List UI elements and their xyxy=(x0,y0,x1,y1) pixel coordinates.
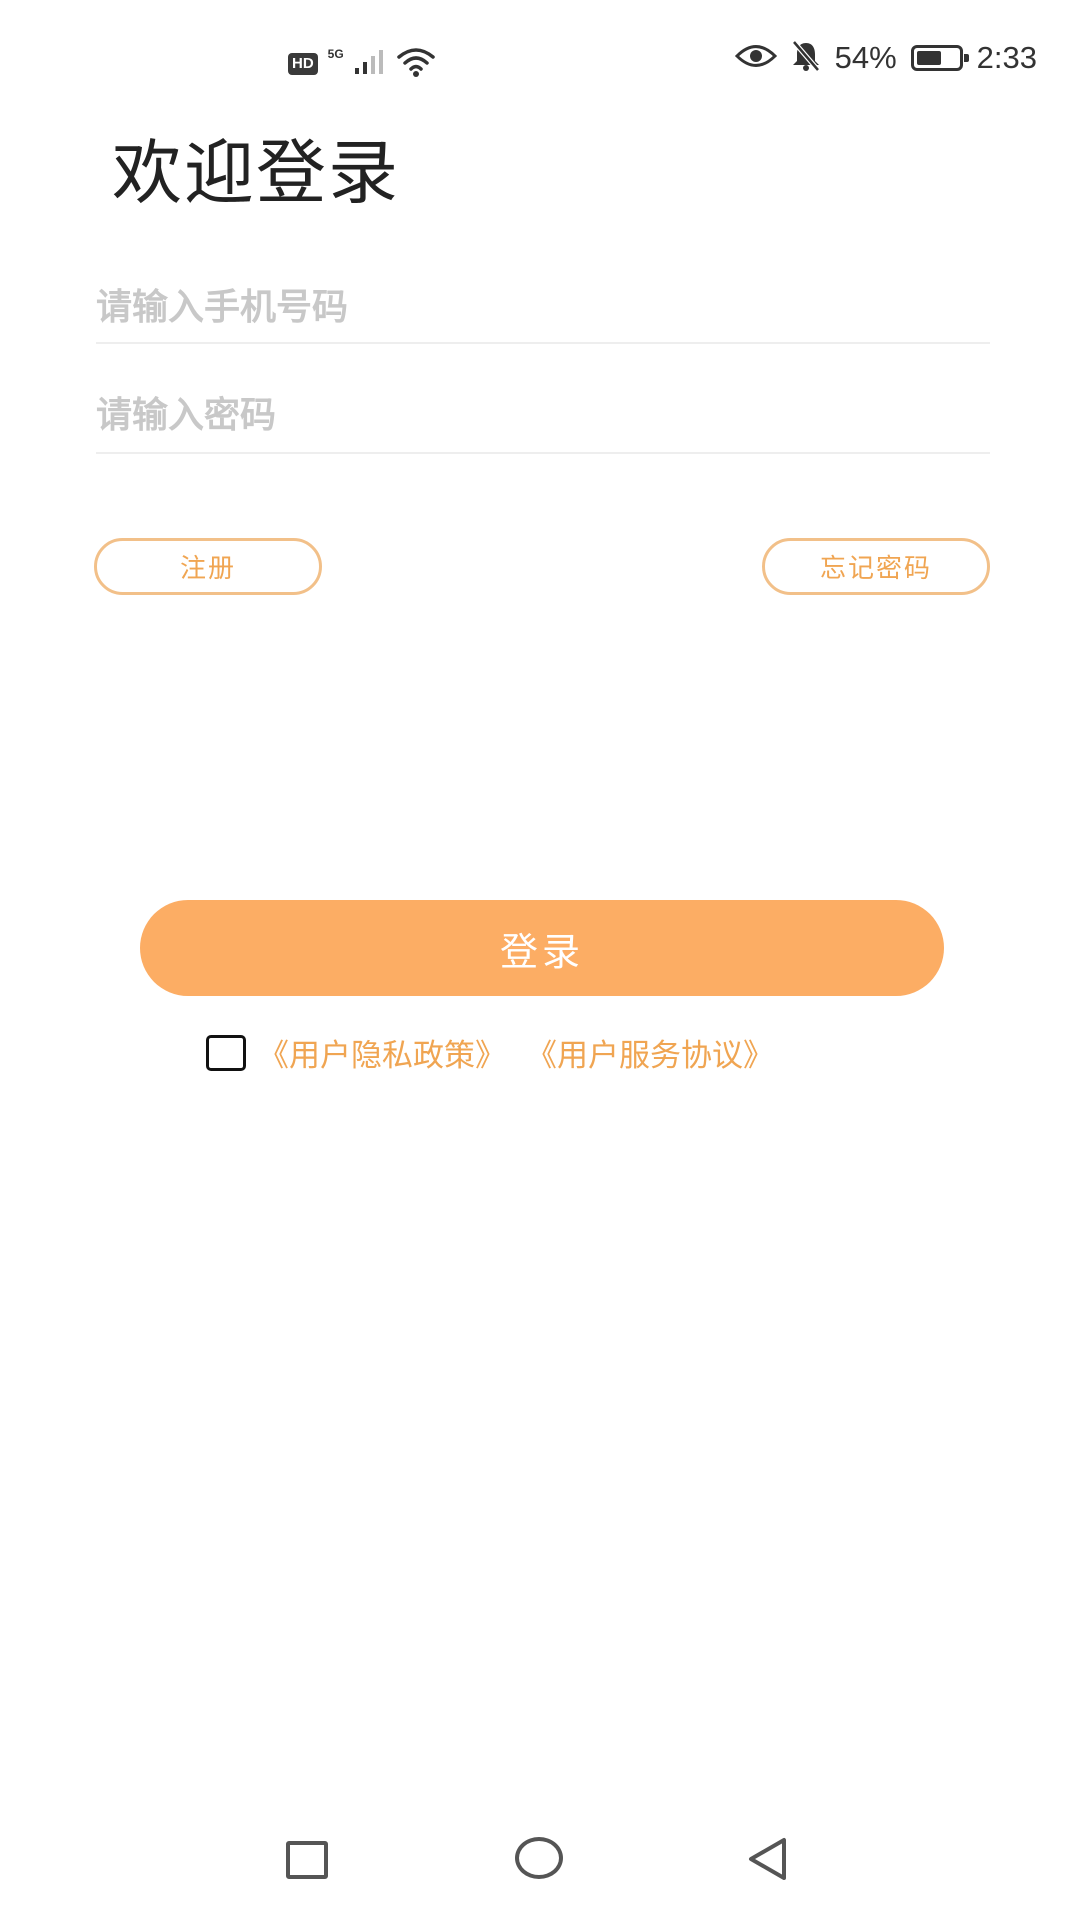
page-title: 欢迎登录 xyxy=(112,132,400,214)
battery-icon xyxy=(910,45,969,71)
status-bar: HD 5G 54% 2:33 xyxy=(0,0,1079,130)
hd-badge: HD xyxy=(288,53,318,75)
eye-icon xyxy=(734,43,777,73)
register-button[interactable]: 注册 xyxy=(94,538,322,595)
service-agreement-link[interactable]: 《用户服务协议》 xyxy=(526,1030,774,1075)
back-icon[interactable] xyxy=(744,1835,792,1883)
navigation-bar xyxy=(0,1820,1079,1919)
status-bar-left: HD 5G xyxy=(288,46,436,82)
agreement-row: 《用户隐私政策》 《用户服务协议》 xyxy=(206,1030,774,1075)
bell-off-icon xyxy=(791,40,821,76)
login-button[interactable]: 登录 xyxy=(140,900,944,996)
signal-icon xyxy=(354,48,386,80)
clock: 2:33 xyxy=(976,40,1037,75)
password-input[interactable] xyxy=(96,378,990,454)
battery-percent: 54% xyxy=(834,40,897,75)
phone-input[interactable] xyxy=(96,272,990,344)
recent-apps-icon[interactable] xyxy=(286,1841,328,1879)
agreement-checkbox[interactable] xyxy=(206,1034,246,1071)
home-icon[interactable] xyxy=(515,1837,563,1879)
wifi-icon xyxy=(396,46,436,82)
forgot-password-button[interactable]: 忘记密码 xyxy=(762,538,990,595)
network-type-label: 5G xyxy=(327,47,344,61)
status-bar-right: 54% 2:33 xyxy=(734,40,1037,76)
privacy-policy-link[interactable]: 《用户隐私政策》 xyxy=(258,1030,506,1075)
